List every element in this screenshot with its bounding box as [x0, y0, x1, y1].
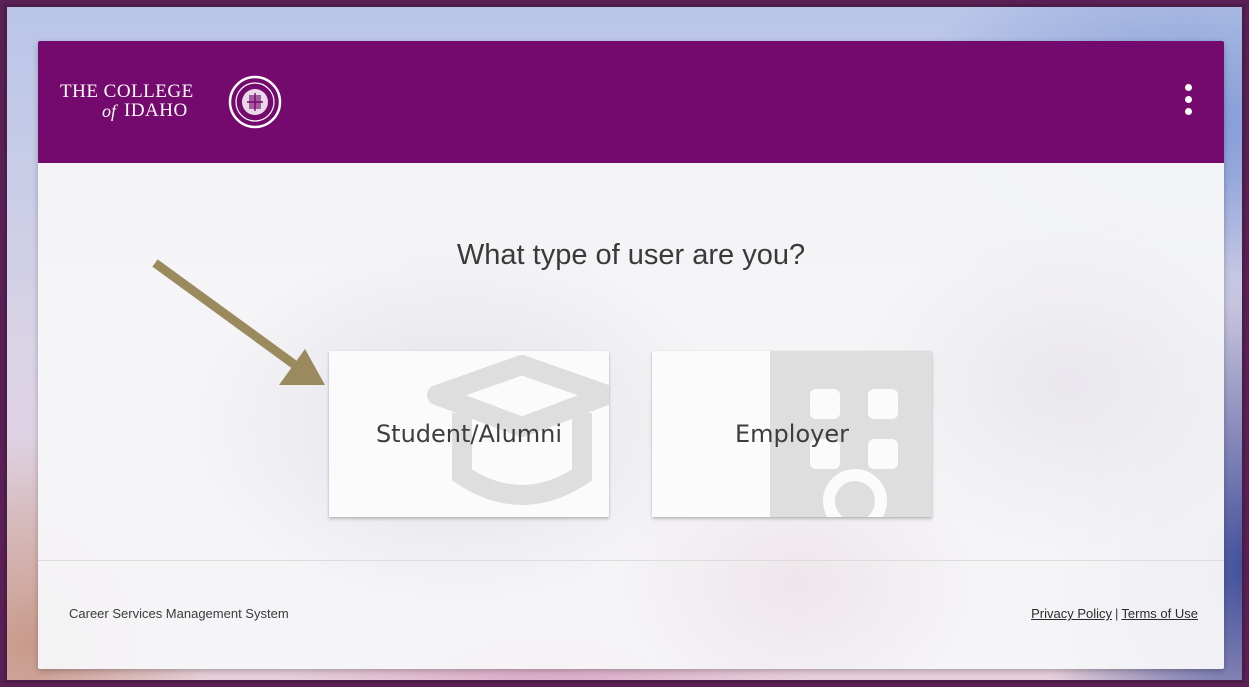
- employer-button[interactable]: Employer: [652, 351, 932, 517]
- system-name: Career Services Management System: [69, 606, 289, 621]
- employer-label: Employer: [735, 420, 849, 448]
- logo-text-of: of: [102, 101, 117, 121]
- more-vertical-icon-dot: [1184, 83, 1192, 91]
- more-vertical-icon-dot: [1184, 107, 1192, 115]
- app-header: THE COLLEGE of IDAHO: [38, 41, 1224, 163]
- more-vertical-icon-dot: [1184, 95, 1192, 103]
- annotation-arrow-icon: [152, 259, 325, 385]
- privacy-policy-link[interactable]: Privacy Policy: [1031, 606, 1112, 621]
- logo-text-line2: IDAHO: [124, 100, 188, 121]
- college-seal-icon: [228, 75, 282, 129]
- footer-divider: [38, 560, 1224, 561]
- footer-links: Privacy Policy | Terms of Use: [1031, 606, 1198, 621]
- college-logo[interactable]: THE COLLEGE of IDAHO: [56, 75, 296, 133]
- student-alumni-button[interactable]: Student/Alumni: [329, 351, 609, 517]
- student-alumni-label: Student/Alumni: [375, 420, 563, 448]
- footer-separator: |: [1115, 606, 1119, 621]
- more-options-button[interactable]: [1176, 77, 1200, 121]
- screenshot-frame: THE COLLEGE of IDAHO What type of user a…: [4, 4, 1245, 683]
- terms-of-use-link[interactable]: Terms of Use: [1121, 606, 1198, 621]
